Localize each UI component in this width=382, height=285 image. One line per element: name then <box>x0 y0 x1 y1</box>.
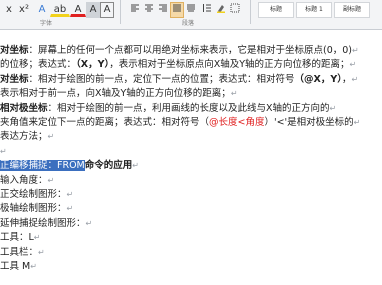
line-text: 输入角度： <box>0 174 48 186</box>
paragraph-mark-icon: ↵ <box>349 60 357 70</box>
font-group-label: 字体 <box>40 20 53 27</box>
document-line: 表示相对于前一点，向X轴及Y轴的正方向位移的距离；↵ <box>0 87 238 101</box>
document-line: 对坐标：相对于绘图的前一点，定位下一点的位置；表达式：相对符号（@X，Y），↵ <box>0 73 358 87</box>
paragraph-mark-icon: ↵ <box>329 103 337 113</box>
line-text: 对坐标 <box>0 73 29 85</box>
line-text: ）'<'是相对极坐标的 <box>264 117 354 128</box>
selected-text: 正编移捕捉：FROM <box>0 160 85 172</box>
document-line: ↵ <box>0 145 7 159</box>
line-text: （@X，Y） <box>294 73 342 85</box>
document-line: 正编移捕捉：FROM命令的应用↵ <box>0 159 139 173</box>
document-line: 极轴绘制图形：↵ <box>0 202 73 216</box>
line-text: ， <box>342 73 352 85</box>
line-text: ：相对于绘图的前一点，定位下一点的位置；表达式：相对符号 <box>28 73 295 85</box>
paragraph-group-label: 段落 <box>182 20 195 27</box>
line-text: 工具 M <box>0 261 31 272</box>
styles-gallery: 标题 标题 1 副标题 <box>0 2 382 18</box>
line-text: 工具：L <box>0 232 34 244</box>
paragraph-mark-icon: ↵ <box>352 46 359 55</box>
paragraph-mark-icon: ↵ <box>353 118 361 127</box>
document-line: 工具栏：↵ <box>0 246 45 260</box>
line-text: 的位移；表达式： <box>0 59 77 71</box>
ribbon-toolbar: x x² A ab A A A 字体 段落 标题 标题 1 副标题 <box>0 0 382 30</box>
paragraph-mark-icon: ↵ <box>66 204 74 214</box>
style-title[interactable]: 标题 <box>258 2 294 18</box>
style-subtitle[interactable]: 副标题 <box>334 2 370 18</box>
line-text: ：屏幕上的任何一个点都可以用绝对坐标来表示，它是相对于坐标原点(0，0) <box>28 45 353 56</box>
paragraph-mark-icon: ↵ <box>351 74 359 84</box>
paragraph-mark-icon: ↵ <box>0 146 7 156</box>
line-text: 表示相对于前一点，向X轴及Y轴的正方向位移的距离； <box>0 88 231 100</box>
line-text: @长度<角度 <box>209 117 265 128</box>
line-text: 正交绘制图形： <box>0 189 67 200</box>
document-line: 工具：L↵ <box>0 231 41 245</box>
document-line: 表达方法；↵ <box>0 130 54 144</box>
paragraph-mark-icon: ↵ <box>47 175 55 185</box>
line-text: 夹角值来定位下一点的距离；表达式：相对符号（ <box>0 117 210 128</box>
document-line: 延伸捕捉绘制图形：↵ <box>0 217 92 231</box>
line-text: ，表示相对于坐标原点向X轴及Y轴的正方向位移的距离； <box>109 59 350 71</box>
line-text: 工具栏： <box>0 246 39 258</box>
document-line: 输入角度：↵ <box>0 174 54 188</box>
line-text: ：相对于绘图的前一点，利用画线的长度以及此线与X轴的正方向的 <box>47 102 330 114</box>
line-text: （X，Y） <box>76 59 110 71</box>
paragraph-mark-icon: ↵ <box>132 161 139 171</box>
paragraph-mark-icon: ↵ <box>66 190 74 199</box>
style-heading-1[interactable]: 标题 1 <box>296 2 332 18</box>
paragraph-mark-icon: ↵ <box>47 132 55 142</box>
line-text: 表达方法； <box>0 131 48 143</box>
paragraph-mark-icon: ↵ <box>230 89 238 99</box>
line-text: 极轴绘制图形： <box>0 203 67 215</box>
document-line: 的位移；表达式：（X，Y），表示相对于坐标原点向X轴及Y轴的正方向位移的距离；↵ <box>0 58 356 72</box>
document-line: 正交绘制图形：↵ <box>0 188 73 202</box>
paragraph-mark-icon: ↵ <box>33 233 41 243</box>
document-line: 工具 M↵ <box>0 260 37 274</box>
paragraph-mark-icon: ↵ <box>85 218 93 228</box>
line-text: 对坐标 <box>0 45 29 56</box>
line-text: 延伸捕捉绘制图形： <box>0 217 86 229</box>
document-line: 相对极坐标：相对于绘图的前一点，利用画线的长度以及此线与X轴的正方向的↵ <box>0 102 336 116</box>
document-line: 夹角值来定位下一点的距离；表达式：相对符号（@长度<角度）'<'是相对极坐标的↵ <box>0 116 360 130</box>
line-text: 命令的应用 <box>84 160 133 172</box>
line-text: 相对极坐标 <box>0 102 48 114</box>
paragraph-mark-icon: ↵ <box>30 262 37 271</box>
document-line: 对坐标：屏幕上的任何一个点都可以用绝对坐标来表示，它是相对于坐标原点(0，0)↵ <box>0 44 359 58</box>
document-body[interactable]: 对坐标：屏幕上的任何一个点都可以用绝对坐标来表示，它是相对于坐标原点(0，0)↵… <box>0 30 382 285</box>
paragraph-mark-icon: ↵ <box>38 247 45 257</box>
